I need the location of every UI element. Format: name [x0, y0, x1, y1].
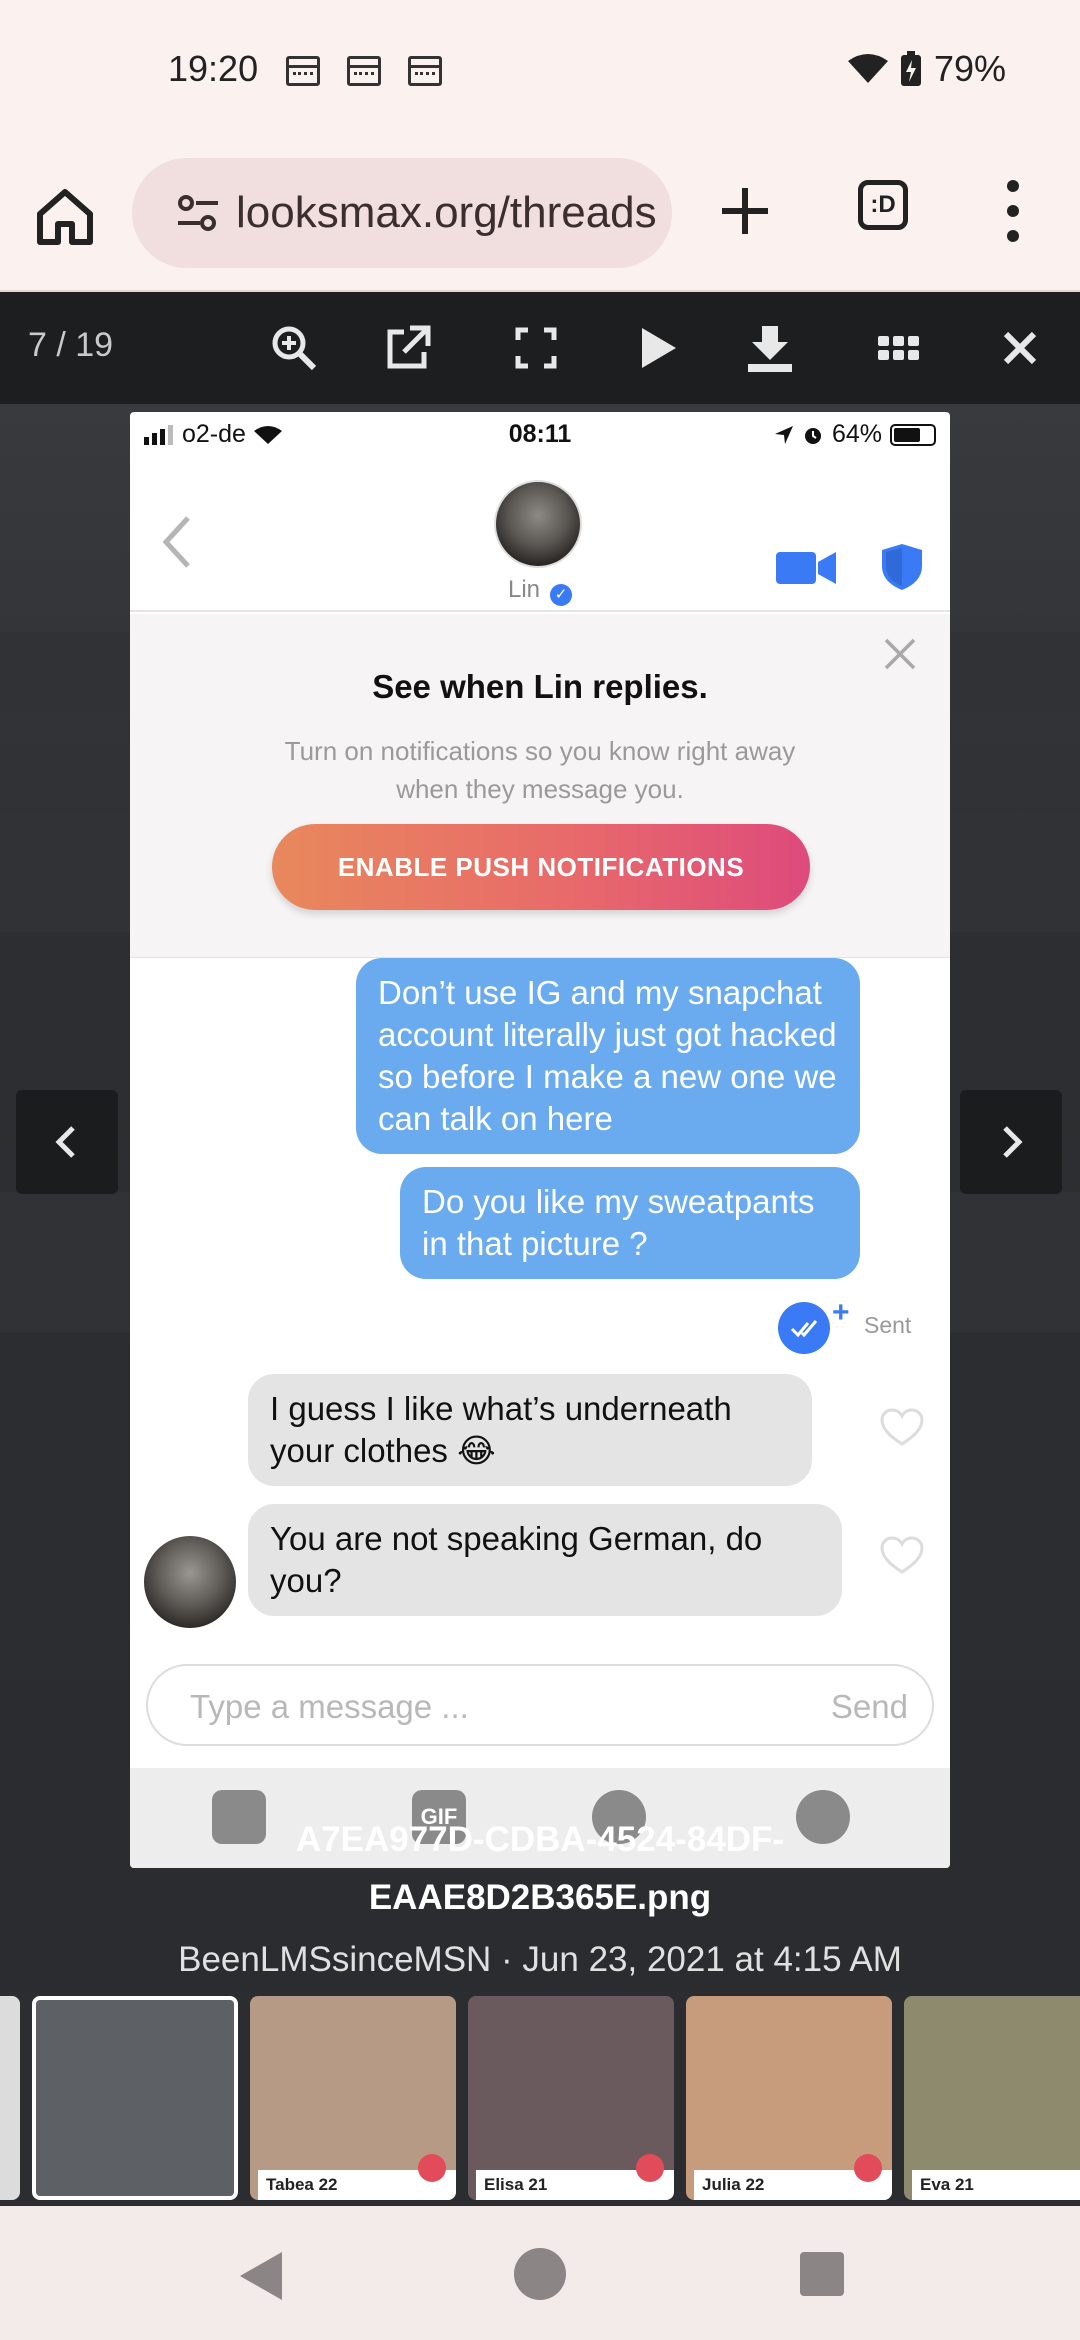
url-text: looksmax.org/threads	[236, 188, 657, 237]
tab-switcher-button[interactable]: :D	[858, 180, 908, 230]
new-tab-icon[interactable]	[714, 180, 776, 242]
image-filename-line2: EAAE8D2B365E.png	[368, 1878, 712, 1917]
thumbnail[interactable]: Julia 22	[686, 1996, 892, 2200]
address-bar[interactable]: looksmax.org/threads	[132, 158, 672, 268]
open-external-icon[interactable]	[380, 320, 436, 376]
image-meta: BeenLMSsinceMSN · Jun 23, 2021 at 4:15 A…	[178, 1940, 902, 1979]
download-icon[interactable]	[742, 320, 798, 376]
zoom-in-icon[interactable]	[266, 320, 322, 376]
calendar-icon	[408, 56, 442, 86]
plus-icon: +	[832, 1296, 850, 1329]
close-icon[interactable]	[992, 320, 1048, 376]
more-menu-icon[interactable]	[998, 176, 1028, 246]
heart-icon[interactable]	[880, 1408, 924, 1448]
previous-image-button[interactable]	[16, 1090, 118, 1194]
back-icon[interactable]	[158, 512, 198, 572]
inner-battery-percent: 64%	[831, 420, 882, 448]
notification-subtitle: Turn on notifications so you know right …	[284, 736, 796, 804]
download-icon	[636, 2154, 664, 2182]
send-button[interactable]: Send	[831, 1688, 908, 1726]
calendar-icon	[286, 56, 320, 86]
inner-status-bar: o2-de 08:11 64%	[130, 412, 950, 462]
contact-avatar[interactable]	[494, 480, 582, 568]
battery-charging-icon	[900, 51, 921, 86]
chevron-right-icon	[1003, 1126, 1023, 1158]
thumbnail[interactable]: Elisa 21	[468, 1996, 674, 2200]
message-bubble-outgoing[interactable]: Don’t use IG and my snapchat account lit…	[356, 958, 860, 1154]
image-lightbox: 7 / 19 o2-de 08:11 64% Lin ✓ See when Li…	[0, 292, 1080, 1992]
chevron-left-icon	[55, 1126, 75, 1158]
message-input-placeholder: Type a message ...	[190, 1688, 469, 1725]
thumbnail-active[interactable]	[32, 1996, 238, 2200]
notification-title: See when Lin replies.	[372, 668, 708, 705]
lightbox-toolbar: 7 / 19	[0, 292, 1080, 404]
site-settings-icon[interactable]	[176, 191, 220, 235]
image-filename-line1: A7EA977D-CDBA-4524-84DF-	[295, 1820, 785, 1859]
alarm-icon	[804, 427, 821, 444]
enable-push-notifications-button[interactable]: ENABLE PUSH NOTIFICATIONS	[272, 824, 810, 910]
chat-header: Lin ✓	[130, 462, 950, 612]
close-icon[interactable]	[882, 636, 918, 672]
browser-toolbar: looksmax.org/threads :D	[0, 140, 1080, 292]
status-time: 19:20	[168, 48, 259, 89]
battery-icon	[890, 423, 936, 446]
back-icon[interactable]	[236, 2248, 286, 2304]
download-icon	[854, 2154, 882, 2182]
shield-icon[interactable]	[880, 542, 924, 592]
thumbnail-strip: Tabea 22 Elisa 21 Julia 22 Eva 21	[0, 1992, 1080, 2206]
thumbnail[interactable]: Tabea 22	[250, 1996, 456, 2200]
thumbnail[interactable]: Eva 21	[904, 1996, 1080, 2200]
contact-avatar-small	[144, 1536, 236, 1628]
download-icon	[418, 2154, 446, 2182]
message-bubble-incoming[interactable]: You are not speaking German, do you?	[248, 1504, 842, 1616]
message-composer[interactable]: Type a message ... Send	[146, 1664, 934, 1746]
contact-name-text: Lin	[507, 576, 541, 603]
sent-label: Sent	[864, 1312, 912, 1338]
inner-status-right: 64%	[774, 420, 936, 449]
home-icon[interactable]	[34, 186, 96, 248]
verified-icon: ✓	[550, 584, 573, 606]
video-call-icon[interactable]	[776, 548, 838, 588]
home-icon[interactable]	[514, 2248, 566, 2300]
notification-prompt: See when Lin replies. Turn on notificati…	[130, 614, 950, 958]
recents-icon[interactable]	[800, 2252, 844, 2296]
heart-icon[interactable]	[880, 1536, 924, 1576]
thumbnail-label: Eva 21	[912, 2170, 1080, 2200]
tab-switcher-label: :D	[870, 191, 896, 218]
read-receipt-icon	[778, 1302, 830, 1354]
system-navigation-bar	[0, 2206, 1080, 2340]
location-icon	[774, 425, 793, 444]
system-status-bar: 19:20 79%	[0, 0, 1080, 140]
wifi-icon	[847, 54, 888, 83]
grid-icon[interactable]	[870, 320, 926, 376]
message-bubble-outgoing[interactable]: Do you like my sweatpants in that pictur…	[400, 1167, 860, 1279]
play-icon[interactable]	[628, 320, 684, 376]
next-image-button[interactable]	[960, 1090, 1062, 1194]
thumbnail[interactable]	[0, 1996, 20, 2200]
fullscreen-icon[interactable]	[508, 320, 564, 376]
status-right: 79%	[847, 48, 1006, 90]
battery-percent: 79%	[933, 48, 1006, 89]
sent-status: + Sent	[778, 1296, 948, 1358]
attached-image[interactable]: o2-de 08:11 64% Lin ✓ See when Lin replie…	[130, 412, 950, 1868]
calendar-icon	[347, 56, 381, 86]
message-bubble-incoming[interactable]: I guess I like what’s underneath your cl…	[248, 1374, 812, 1486]
image-counter: 7 / 19	[28, 326, 114, 364]
